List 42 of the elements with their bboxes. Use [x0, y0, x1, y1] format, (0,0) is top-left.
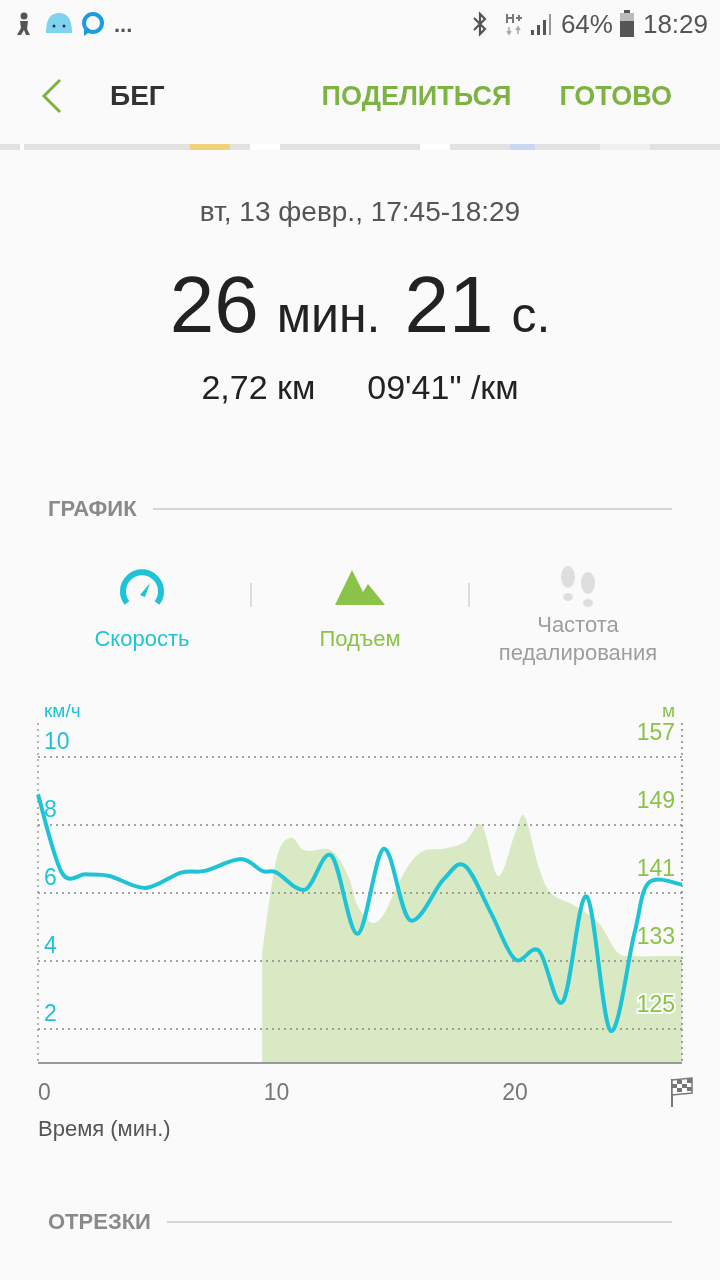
axis-tick-label: 157: [636, 719, 675, 745]
axis-tick-label: 149: [636, 787, 675, 813]
axis-tick-label: 125: [636, 991, 675, 1017]
duration-value: 21: [404, 260, 494, 350]
axis-tick-label: 2: [44, 1000, 57, 1026]
duration-value: 26: [169, 260, 259, 350]
more-notifications: ...: [114, 10, 133, 39]
axis-tick-label: 20: [502, 1079, 528, 1105]
finish-flag-icon: [671, 1077, 693, 1108]
duration-unit: мин.: [276, 286, 381, 345]
axis-tick-label: 10: [44, 728, 70, 754]
chat-icon: [80, 11, 106, 37]
speedometer-icon: [118, 567, 166, 607]
axis-tick-label: 8: [44, 796, 57, 822]
workout-date: вт, 13 февр., 17:45-18:29: [199, 195, 521, 229]
mountain-icon: [335, 568, 385, 606]
share-button[interactable]: ПОДЕЛИТЬСЯ: [321, 75, 512, 117]
axis-tick-label: 141: [636, 855, 675, 881]
axis-tick-label: 6: [44, 864, 57, 890]
footprints-icon: [558, 565, 598, 609]
screen-title: БЕГ: [110, 79, 166, 113]
section-heading: ОТРЕЗКИ: [48, 1208, 151, 1236]
axis-unit: км/ч: [44, 700, 81, 721]
back-icon[interactable]: [40, 78, 64, 114]
clock-time: 18:29: [642, 7, 708, 41]
metric-toggle[interactable]: Подъем: [252, 563, 468, 653]
axis-tick-label: 4: [44, 932, 57, 958]
metric-toggle[interactable]: Скорость: [34, 563, 250, 653]
pace-value: 09'41" /км: [367, 367, 519, 408]
data-icon: [504, 11, 523, 37]
duration-unit: с.: [511, 286, 551, 345]
axis-tick-label: 10: [263, 1079, 290, 1105]
distance-value: 2,72 км: [201, 367, 316, 408]
battery-icon: [618, 10, 635, 38]
done-button[interactable]: ГОТОВО: [559, 75, 672, 117]
axis-tick-label: 0: [38, 1079, 51, 1105]
axis-tick-label: 133: [636, 923, 675, 949]
section-heading: ГРАФИК: [48, 495, 137, 523]
axis-title: Время (мин.): [37, 1115, 172, 1143]
battery-percent: 64%: [560, 7, 613, 41]
axis-unit: м: [661, 700, 675, 721]
metric-toggle[interactable]: Частота педалирования: [470, 563, 686, 667]
